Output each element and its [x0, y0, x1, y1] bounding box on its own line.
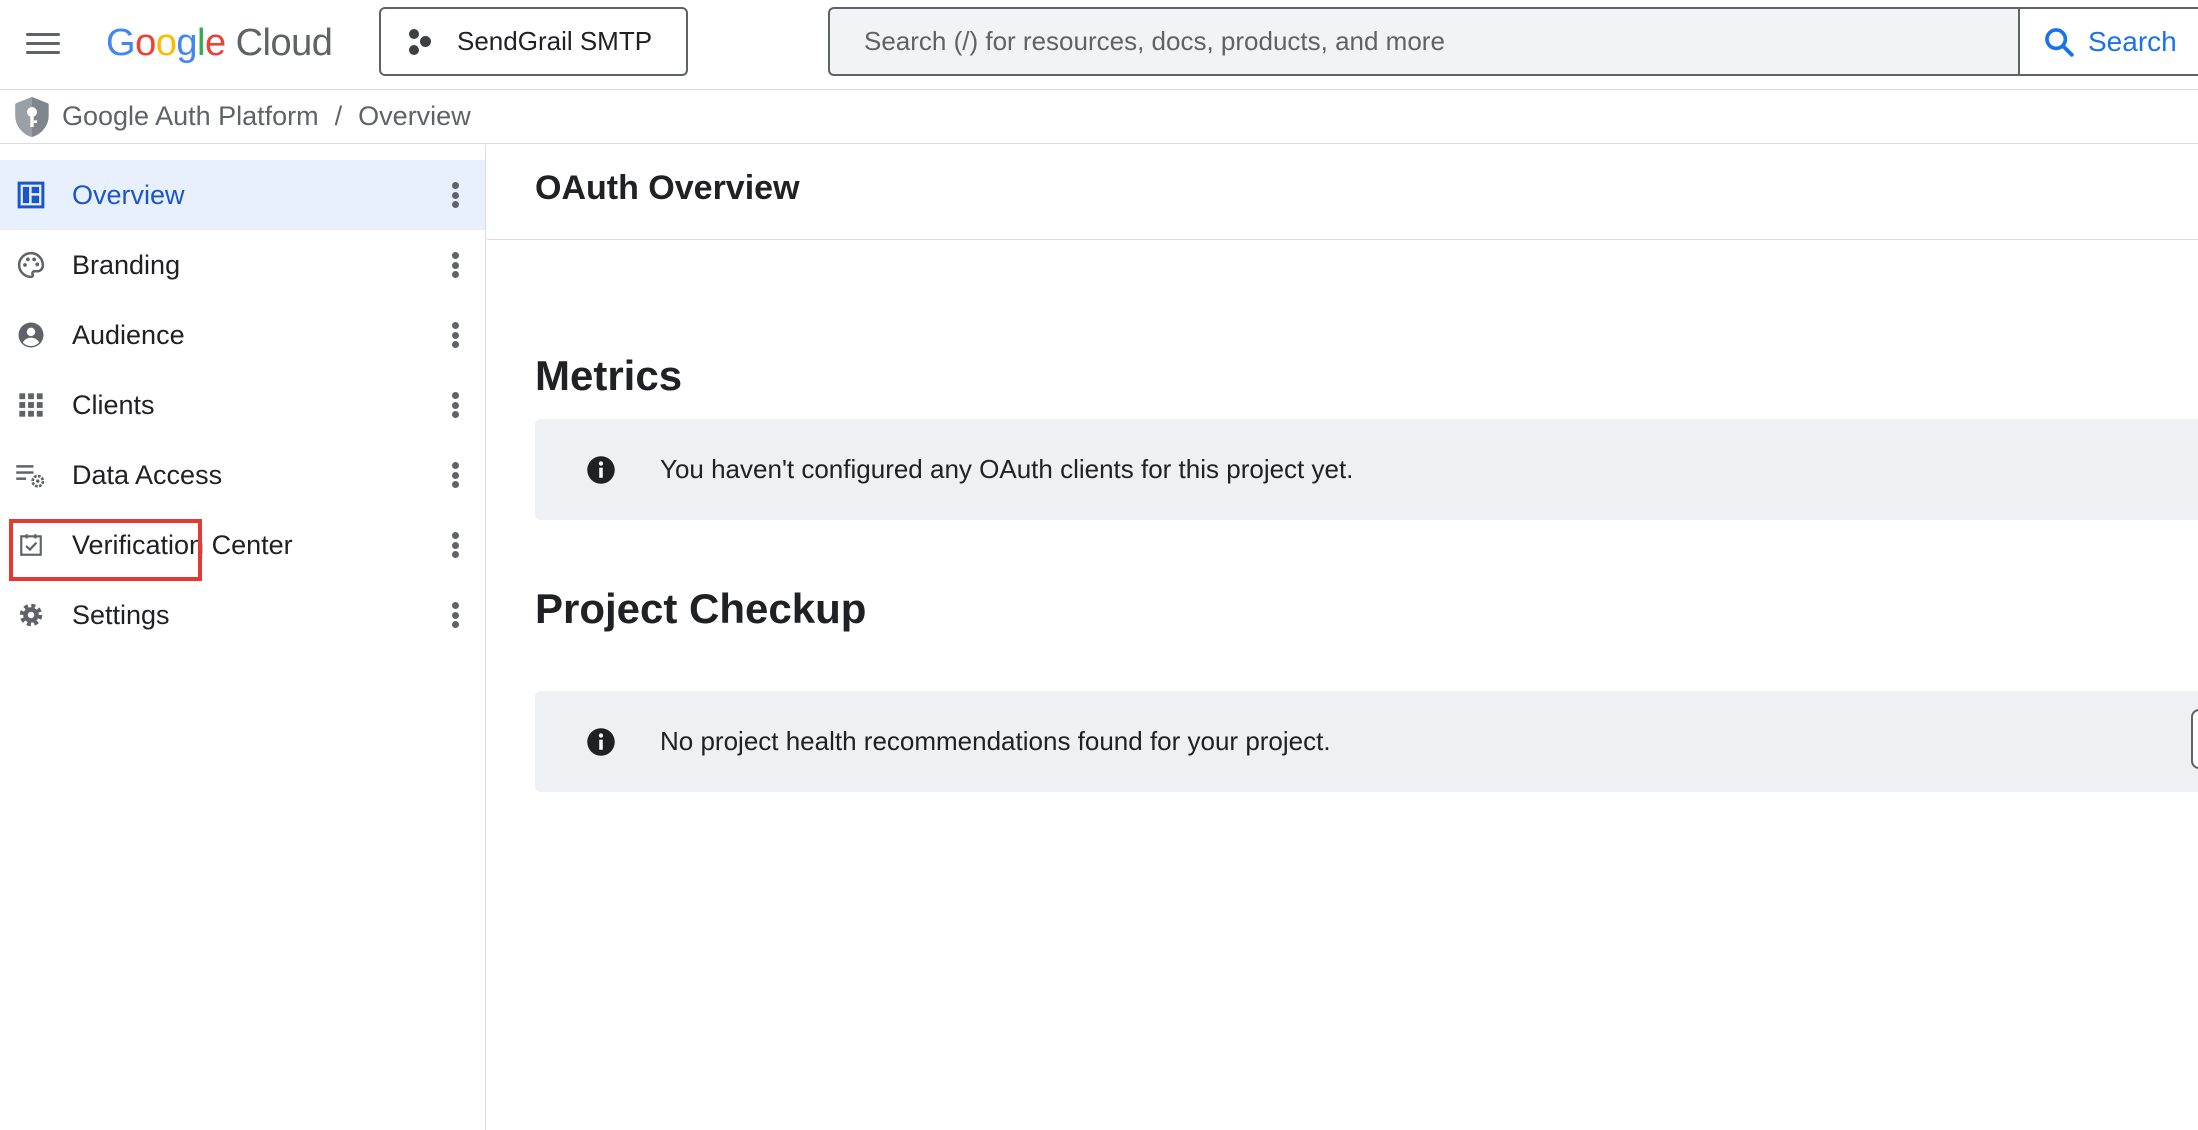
palette-icon	[14, 248, 48, 282]
project-checkup-heading: Project Checkup	[535, 585, 867, 632]
search-button[interactable]: Search	[2018, 9, 2198, 74]
main-content: OAuth Overview Metrics You haven't confi…	[487, 145, 2198, 1130]
sidebar-item-audience[interactable]: Audience	[0, 300, 485, 370]
sidebar-item-label: Overview	[72, 179, 185, 210]
search-input[interactable]	[830, 9, 2018, 74]
project-selector-button[interactable]: SendGrail SMTP	[379, 7, 688, 76]
main-menu-button[interactable]	[20, 22, 68, 66]
sidebar-item-label: Verification Center	[72, 529, 293, 560]
metrics-heading: Metrics	[535, 352, 683, 399]
checkup-message: No project health recommendations found …	[660, 726, 1331, 756]
sidebar-item-verification-center[interactable]: Verification Center	[0, 510, 485, 580]
dashboard-icon	[14, 178, 48, 212]
metrics-message: You haven't configured any OAuth clients…	[660, 454, 1354, 484]
more-options-icon[interactable]	[440, 529, 470, 561]
breadcrumb-item-overview: Overview	[358, 101, 471, 131]
more-options-icon[interactable]	[440, 459, 470, 491]
google-cloud-logo[interactable]: Go o g l e Cloud	[106, 18, 333, 68]
more-options-icon[interactable]	[440, 179, 470, 211]
sidebar-item-data-access[interactable]: Data Access	[0, 440, 485, 510]
more-options-icon[interactable]	[440, 599, 470, 631]
top-bar: Go o g l e Cloud SendGrail SMTP Search	[0, 0, 2198, 90]
project-name: SendGrail SMTP	[457, 26, 653, 56]
search-bar: Search	[828, 7, 2198, 76]
more-options-icon[interactable]	[440, 319, 470, 351]
list-settings-icon	[14, 458, 48, 492]
info-icon	[587, 727, 615, 756]
breadcrumb-item-auth-platform[interactable]: Google Auth Platform	[62, 101, 319, 132]
sidebar-item-label: Branding	[72, 249, 181, 280]
account-circle-icon	[14, 318, 48, 352]
checkbox-icon	[14, 528, 48, 562]
sidebar-item-overview[interactable]: Overview	[0, 160, 485, 230]
sidebar-item-branding[interactable]: Branding	[0, 230, 485, 300]
info-icon	[587, 455, 615, 484]
search-button-label: Search	[2088, 25, 2177, 57]
breadcrumb: Google Auth Platform / Overview	[0, 90, 2198, 144]
logo-product-name: Cloud	[235, 21, 333, 64]
sidebar-item-label: Settings	[72, 599, 170, 630]
sidebar-item-clients[interactable]: Clients	[0, 370, 485, 440]
sidebar-item-label: Audience	[72, 319, 185, 350]
checkup-action-button[interactable]	[2191, 709, 2198, 769]
apps-grid-icon	[14, 388, 48, 422]
shield-key-icon	[15, 96, 49, 137]
page-title: OAuth Overview	[535, 169, 800, 207]
checkup-info-banner: No project health recommendations found …	[535, 691, 2198, 792]
sidebar-item-settings[interactable]: Settings	[0, 580, 485, 650]
metrics-info-banner: You haven't configured any OAuth clients…	[535, 419, 2198, 520]
search-icon	[2045, 27, 2074, 57]
project-hub-icon	[407, 28, 435, 56]
sidebar-item-label: Data Access	[72, 459, 223, 490]
more-options-icon[interactable]	[440, 249, 470, 281]
sidebar-item-label: Clients	[72, 389, 155, 420]
page-header: OAuth Overview	[487, 145, 2198, 240]
sidebar: Overview Branding Audience Clients Data …	[0, 145, 486, 1130]
breadcrumb-separator: /	[334, 101, 343, 131]
more-options-icon[interactable]	[440, 389, 470, 421]
gear-icon	[14, 598, 48, 632]
